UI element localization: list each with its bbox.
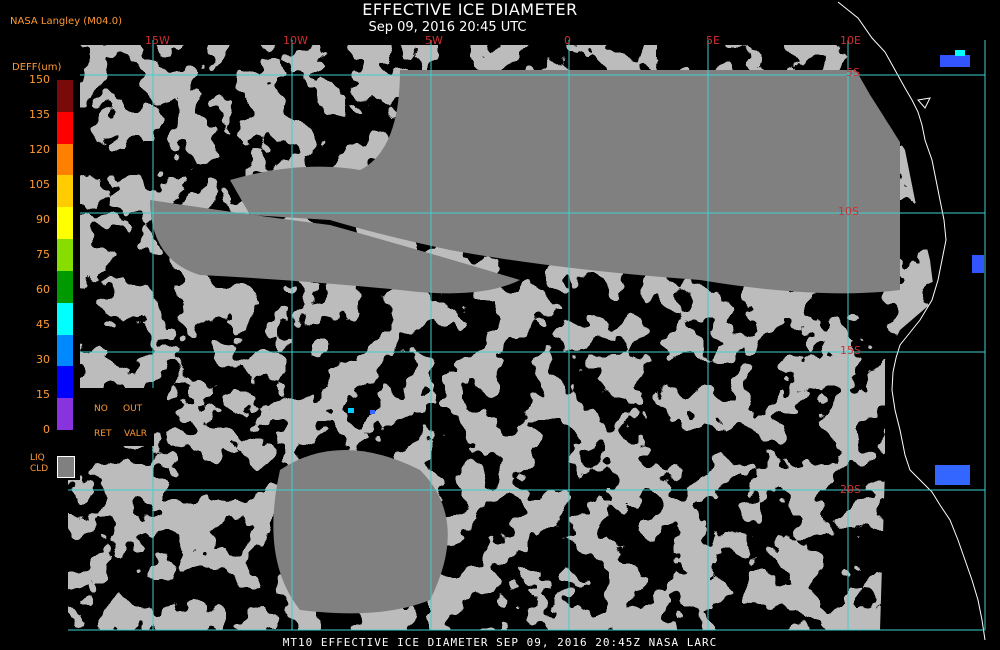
colorbar-segment <box>57 207 73 240</box>
colorbar-segment <box>57 239 73 272</box>
lon-label-10e: 10E <box>840 34 861 47</box>
map-canvas <box>68 1 986 641</box>
colorbar-tick-label: 15 <box>36 388 50 401</box>
legend-unit-label: DEFF(um) <box>12 62 62 73</box>
out-label: OUT <box>123 404 143 414</box>
lon-label-5w: 5W <box>425 34 443 47</box>
colorbar-segment <box>57 334 73 367</box>
colorbar-tick-label: 0 <box>43 423 50 436</box>
colorbar-tick-label: 105 <box>29 178 50 191</box>
no-label: NO <box>94 404 108 414</box>
cld-label: CLD <box>30 464 49 474</box>
colorbar-segment <box>57 175 73 208</box>
colorbar-tick-label: 135 <box>29 108 50 121</box>
lat-label-20s: 20S <box>840 483 861 496</box>
lat-label-5s: 5S <box>846 66 860 79</box>
lat-label-15s: 15S <box>840 344 861 357</box>
ret-label: RET <box>94 429 112 439</box>
footer-caption: MT10 EFFECTIVE ICE DIAMETER SEP 09, 2016… <box>282 636 718 649</box>
lon-label-5e: 5E <box>706 34 720 47</box>
colorbar-tick-label: 60 <box>36 283 50 296</box>
colorbar-tick-label: 90 <box>36 213 50 226</box>
lon-label-10w: 10W <box>283 34 308 47</box>
liquid-cloud-swatch <box>57 456 75 478</box>
colorbar-segment <box>57 143 73 176</box>
colorbar <box>57 80 73 431</box>
colorbar-tick-label: 120 <box>29 143 50 156</box>
lon-label-15w: 15W <box>145 34 170 47</box>
colorbar-segment <box>57 366 73 399</box>
colorbar-segment <box>57 398 73 431</box>
map-timestamp: Sep 09, 2016 20:45 UTC <box>368 20 527 35</box>
colorbar-segment <box>57 111 73 144</box>
credit-label: NASA Langley (M04.0) <box>10 16 122 27</box>
colorbar-segment <box>57 270 73 303</box>
lat-label-10s: 10S <box>838 205 859 218</box>
liquid-cloud-label: LIQ CLD <box>30 453 48 475</box>
no-retrieval-panel: NO OUT RET VALR <box>78 388 154 446</box>
liq-label: LIQ <box>30 453 45 463</box>
valr-label: VALR <box>124 429 148 439</box>
colorbar-segment <box>57 80 73 112</box>
colorbar-segment <box>57 302 73 335</box>
colorbar-tick-label: 75 <box>36 248 50 261</box>
colorbar-tick-label: 45 <box>36 318 50 331</box>
map-title: EFFECTIVE ICE DIAMETER <box>362 0 578 19</box>
cloud-field <box>68 45 935 630</box>
colorbar-tick-label: 30 <box>36 353 50 366</box>
colorbar-tick-label: 150 <box>29 73 50 86</box>
lon-label-0: 0 <box>564 34 571 47</box>
